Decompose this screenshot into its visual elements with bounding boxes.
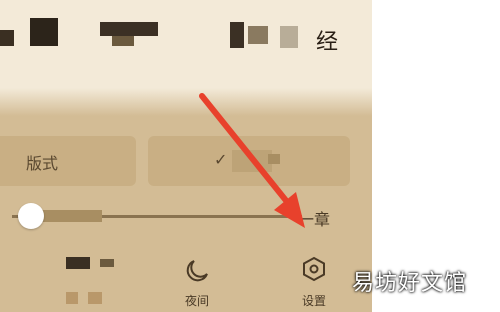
watermark-text: 易坊好文馆 [352, 271, 468, 296]
